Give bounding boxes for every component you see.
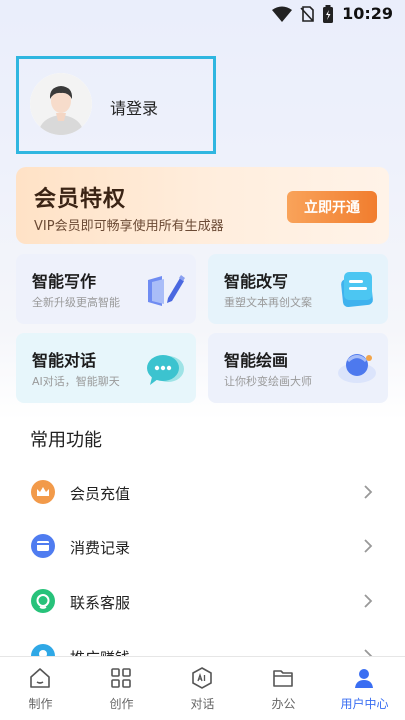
- folder-icon: [273, 670, 293, 687]
- open-vip-button[interactable]: 立即开通: [287, 191, 377, 223]
- list-item-label: 联系客服: [70, 594, 131, 612]
- ai-chat-icon: [192, 667, 212, 689]
- feature-card-painting[interactable]: 智能绘画 让你秒变绘画大师: [208, 333, 388, 403]
- nav-tab-create[interactable]: 创作: [81, 657, 162, 720]
- crown-icon: [31, 480, 55, 504]
- chevron-right-icon: [364, 485, 373, 499]
- card-icon: [31, 534, 55, 558]
- nav-tab-user-center[interactable]: 用户中心: [324, 657, 405, 720]
- login-prompt[interactable]: 请登录: [110, 95, 158, 119]
- list-item-vip-recharge[interactable]: 会员充值: [0, 468, 405, 518]
- avatar[interactable]: [30, 73, 92, 135]
- vip-banner[interactable]: 会员特权 VIP会员即可畅享使用所有生成器 立即开通: [16, 167, 389, 244]
- feature-title: 智能绘画: [224, 351, 289, 370]
- list-item-consumption-record[interactable]: 消费记录: [0, 522, 405, 572]
- vip-subtitle: VIP会员即可畅享使用所有生成器: [34, 219, 224, 234]
- feature-card-chat[interactable]: 智能对话 AI对话，智能聊天: [16, 333, 196, 403]
- nav-label: 制作: [28, 697, 53, 711]
- chat-bubble-icon: [147, 355, 184, 385]
- common-functions-title: 常用功能: [30, 430, 102, 451]
- feature-title: 智能写作: [32, 272, 97, 291]
- no-sim-icon: [300, 5, 314, 22]
- feature-title: 智能改写: [224, 272, 289, 291]
- feature-title: 智能对话: [32, 351, 97, 370]
- feature-subtitle: 重塑文本再创文案: [224, 296, 312, 309]
- user-avatar-icon: [30, 73, 92, 135]
- document-icon: [341, 272, 373, 307]
- feature-card-writing[interactable]: 智能写作 全新升级更高智能: [16, 254, 196, 324]
- user-icon: [355, 669, 373, 688]
- home-icon: [30, 668, 50, 688]
- nav-tab-chat[interactable]: 对话: [162, 657, 243, 720]
- status-bar: 10:29: [0, 0, 405, 30]
- login-profile-box[interactable]: 请登录: [16, 56, 216, 154]
- list-item-label: 会员充值: [70, 485, 131, 503]
- wifi-icon: [272, 6, 293, 22]
- status-time: 10:29: [342, 4, 393, 23]
- nav-label: 办公: [271, 697, 296, 711]
- feature-subtitle: 全新升级更高智能: [32, 296, 120, 309]
- bottom-nav: 制作 创作 对话 办公 用户中心: [0, 656, 405, 720]
- pen-icon: [148, 275, 185, 306]
- chevron-right-icon: [364, 539, 373, 553]
- status-icons: 10:29: [272, 4, 393, 23]
- vip-title: 会员特权: [34, 187, 127, 212]
- battery-icon: [323, 4, 334, 23]
- list-item-customer-service[interactable]: 联系客服: [0, 577, 405, 627]
- nav-tab-office[interactable]: 办公: [243, 657, 324, 720]
- grid-icon: [111, 668, 131, 688]
- list-item-label: 消费记录: [70, 539, 131, 557]
- nav-label: 对话: [190, 697, 215, 711]
- nav-tab-make[interactable]: 制作: [0, 657, 81, 720]
- service-icon: [31, 589, 55, 613]
- feature-card-rewrite[interactable]: 智能改写 重塑文本再创文案: [208, 254, 388, 324]
- chevron-right-icon: [364, 594, 373, 608]
- feature-subtitle: 让你秒变绘画大师: [224, 375, 312, 388]
- feature-subtitle: AI对话，智能聊天: [32, 375, 120, 388]
- nav-label: 用户中心: [340, 697, 389, 711]
- nav-label: 创作: [109, 697, 134, 711]
- paint-icon: [338, 354, 376, 383]
